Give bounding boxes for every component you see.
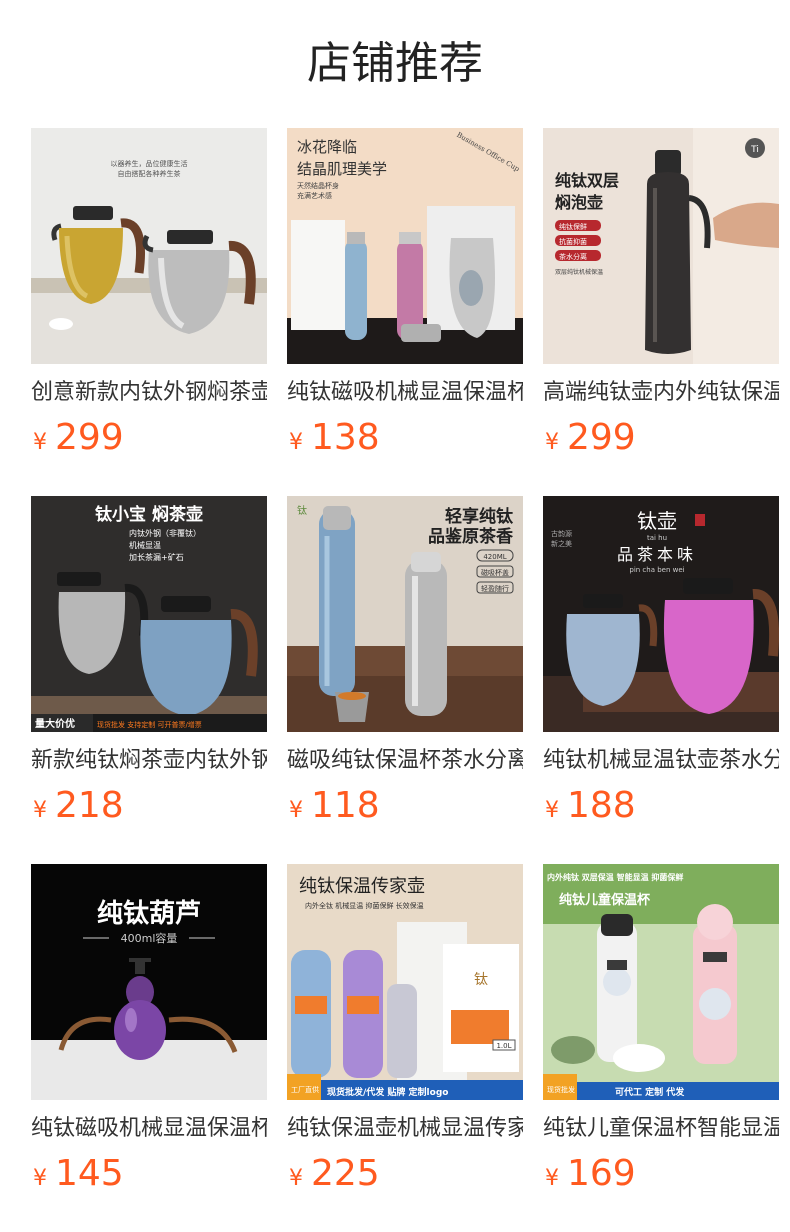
product-price: ¥225	[287, 1152, 523, 1196]
product-image-text: Ti	[750, 145, 759, 155]
product-image-text: 抗菌抑菌	[559, 237, 587, 246]
currency-symbol: ¥	[33, 798, 47, 823]
product-image-text: 机械显温	[129, 540, 161, 550]
product-image-text: 内外全钛 机械显温 抑菌保鲜 长效保温	[305, 901, 424, 910]
product-image-text: 1.0L	[496, 1042, 511, 1050]
product-name[interactable]: 磁吸纯钛保温杯茶水分离	[287, 746, 523, 776]
product-image-text: 纯钛儿童保温杯	[559, 892, 651, 908]
product-image-text: 充满艺术感	[297, 191, 332, 200]
currency-symbol: ¥	[545, 430, 559, 455]
currency-symbol: ¥	[289, 1166, 303, 1191]
product-name[interactable]: 纯钛机械显温钛壶茶水分离	[543, 746, 779, 776]
product-image-text: 现货批发	[547, 1085, 575, 1094]
product-card[interactable]: 冰花降临 结晶肌理美学 天然结晶杯身 充满艺术感 Business Office…	[287, 128, 523, 458]
product-card[interactable]: 纯钛葫芦 400ml容量 纯钛磁吸机械显温保温杯 ¥145	[31, 864, 267, 1194]
product-image[interactable]: 冰花降临 结晶肌理美学 天然结晶杯身 充满艺术感 Business Office…	[287, 128, 523, 364]
currency-symbol: ¥	[545, 798, 559, 823]
product-price: ¥169	[543, 1152, 779, 1196]
product-image-text: 磁吸杯盖	[481, 568, 509, 577]
price-value: 169	[567, 1153, 636, 1194]
currency-symbol: ¥	[289, 430, 303, 455]
product-price: ¥299	[543, 416, 779, 460]
product-image-text: 自由搭配各种养生茶	[118, 169, 181, 178]
product-image-text: 天然结晶杯身	[297, 181, 339, 190]
product-price: ¥138	[287, 416, 523, 460]
product-name[interactable]: 纯钛磁吸机械显温保温杯	[287, 378, 523, 408]
product-image-text: 钛小宝 焖茶壶	[95, 504, 203, 525]
currency-symbol: ¥	[33, 1166, 47, 1191]
product-image-text: 轻盈随行	[481, 584, 509, 593]
product-card[interactable]: 以器养生，品位健康生活 自由搭配各种养生茶 创意新款内钛外钢焖茶壶 ¥299	[31, 128, 267, 458]
product-image-text: 结晶肌理美学	[297, 160, 387, 178]
product-name[interactable]: 纯钛磁吸机械显温保温杯	[31, 1114, 267, 1144]
product-price: ¥145	[31, 1152, 267, 1196]
product-image-text: 古韵源	[551, 529, 572, 538]
currency-symbol: ¥	[33, 430, 47, 455]
product-image-text: 双层纯钛机械保温	[555, 268, 603, 276]
product-image[interactable]: 内外纯钛 双层保温 智能显温 抑菌保鲜 纯钛儿童保温杯 现货批发 可代工 定制 …	[543, 864, 779, 1100]
price-value: 145	[55, 1153, 124, 1194]
product-price: ¥188	[543, 784, 779, 828]
product-image-text: 茶水分离	[559, 252, 587, 261]
product-image-text: 冰花降临	[297, 138, 357, 156]
product-image-text: 钛	[474, 972, 488, 988]
price-value: 188	[567, 785, 636, 826]
product-image-text: tai hu	[647, 534, 667, 542]
price-value: 299	[55, 417, 124, 458]
product-image-text: 工厂直供	[291, 1085, 319, 1094]
product-name[interactable]: 高端纯钛壶内外纯钛保温壶	[543, 378, 779, 408]
product-image-text: 现货批发/代发 贴牌 定制logo	[327, 1086, 448, 1098]
product-image[interactable]: 以器养生，品位健康生活 自由搭配各种养生茶	[31, 128, 267, 364]
product-card[interactable]: 钛 轻享纯钛 品鉴原茶香 420ML 磁吸杯盖 轻盈随行 磁吸纯钛保温杯茶水分离	[287, 496, 523, 826]
product-image-text: 以器养生，品位健康生活	[111, 159, 188, 168]
product-image[interactable]: 纯钛葫芦 400ml容量	[31, 864, 267, 1100]
product-image-text: 钛壶	[637, 509, 677, 533]
product-image-text: 纯钛保鲜	[559, 222, 587, 231]
product-name[interactable]: 创意新款内钛外钢焖茶壶	[31, 378, 267, 408]
product-image[interactable]: 纯钛双层 焖泡壶 纯钛保鲜 抗菌抑菌 茶水分离 双层纯钛机械保温 Ti	[543, 128, 779, 364]
product-name[interactable]: 新款纯钛焖茶壶内钛外钢	[31, 746, 267, 776]
product-price: ¥218	[31, 784, 267, 828]
product-image-text: 新之美	[551, 539, 572, 548]
product-card[interactable]: 钛小宝 焖茶壶 内钛外钢（非覆钛） 机械显温 加长茶漏+矿石 量大价优 现货批发…	[31, 496, 267, 826]
product-image-text: 轻享纯钛	[445, 506, 514, 527]
product-image[interactable]: 纯钛保温传家壶 内外全钛 机械显温 抑菌保鲜 长效保温 钛 1.0L 工厂直供 …	[287, 864, 523, 1100]
currency-symbol: ¥	[289, 798, 303, 823]
product-image-text: 加长茶漏+矿石	[129, 552, 184, 562]
product-card[interactable]: 钛壶 tai hu 品茶本味 pin cha ben wei 古韵源 新之美 纯…	[543, 496, 779, 826]
product-price: ¥118	[287, 784, 523, 828]
product-image[interactable]: 钛小宝 焖茶壶 内钛外钢（非覆钛） 机械显温 加长茶漏+矿石 量大价优 现货批发…	[31, 496, 267, 732]
product-image-text: 钛	[297, 505, 307, 517]
product-image-text: 品鉴原茶香	[428, 526, 513, 547]
product-image-text: 纯钛双层	[555, 171, 619, 190]
product-card[interactable]: 纯钛双层 焖泡壶 纯钛保鲜 抗菌抑菌 茶水分离 双层纯钛机械保温 Ti 高端纯钛…	[543, 128, 779, 458]
product-image-text: 400ml容量	[121, 931, 178, 945]
product-image-text: 可代工 定制 代发	[615, 1086, 685, 1098]
section-title: 店铺推荐	[307, 38, 483, 89]
product-card[interactable]: 内外纯钛 双层保温 智能显温 抑菌保鲜 纯钛儿童保温杯 现货批发 可代工 定制 …	[543, 864, 779, 1194]
price-value: 225	[311, 1153, 380, 1194]
price-value: 138	[311, 417, 380, 458]
product-image[interactable]: 钛 轻享纯钛 品鉴原茶香 420ML 磁吸杯盖 轻盈随行	[287, 496, 523, 732]
product-image-text: 内外纯钛 双层保温 智能显温 抑菌保鲜	[547, 872, 683, 882]
price-value: 299	[567, 417, 636, 458]
product-image-text: 量大价优	[35, 717, 75, 730]
product-name[interactable]: 纯钛保温壶机械显温传家壶	[287, 1114, 523, 1144]
product-price: ¥299	[31, 416, 267, 460]
product-image-text: pin cha ben wei	[629, 566, 684, 574]
product-image-text: 420ML	[483, 553, 506, 561]
product-image-text: 纯钛保温传家壶	[299, 876, 425, 897]
product-image-text: 现货批发 支持定制 可开普票/增票	[97, 720, 202, 729]
product-image-text: 内钛外钢（非覆钛）	[129, 528, 201, 538]
product-card[interactable]: 纯钛保温传家壶 内外全钛 机械显温 抑菌保鲜 长效保温 钛 1.0L 工厂直供 …	[287, 864, 523, 1194]
price-value: 218	[55, 785, 124, 826]
product-grid: 以器养生，品位健康生活 自由搭配各种养生茶 创意新款内钛外钢焖茶壶 ¥299 冰…	[31, 128, 790, 1194]
product-image[interactable]: 钛壶 tai hu 品茶本味 pin cha ben wei 古韵源 新之美	[543, 496, 779, 732]
product-image-text: 品茶本味	[617, 545, 697, 564]
product-name[interactable]: 纯钛儿童保温杯智能显温	[543, 1114, 779, 1144]
product-image-text: 焖泡壶	[555, 193, 603, 212]
currency-symbol: ¥	[545, 1166, 559, 1191]
price-value: 118	[311, 785, 380, 826]
product-image-text: 纯钛葫芦	[97, 898, 201, 929]
